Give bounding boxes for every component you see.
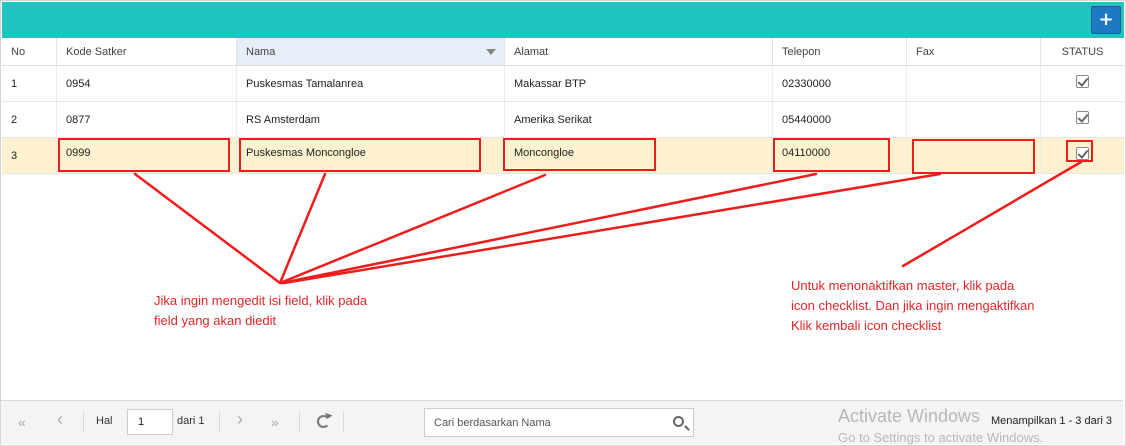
search-box[interactable]: Cari berdasarkan Nama bbox=[424, 408, 694, 437]
double-chevron-right-icon[interactable]: » bbox=[271, 414, 279, 430]
plus-icon: + bbox=[1098, 9, 1114, 30]
cell-alamat[interactable]: Makassar BTP bbox=[505, 66, 773, 102]
highlight-box-fax bbox=[912, 139, 1035, 174]
column-header-fax[interactable]: Fax bbox=[907, 38, 1041, 66]
double-chevron-left-icon[interactable]: « bbox=[18, 414, 26, 430]
column-header-status[interactable]: STATUS bbox=[1041, 38, 1124, 66]
column-header-nama-label: Nama bbox=[246, 46, 276, 58]
annotation-edit-line-1: Jika ingin mengedit isi field, klik pada bbox=[154, 293, 368, 308]
toolbar: + bbox=[2, 2, 1124, 38]
cell-kode-satker[interactable]: 0954 bbox=[57, 66, 237, 102]
grid-panel: + No Kode Satker Nama Alamat Telepon Fax… bbox=[0, 0, 1126, 446]
pager-info: Menampilkan 1 - 3 dari 3 bbox=[990, 415, 1112, 427]
cell-no: 2 bbox=[2, 102, 57, 138]
cell-telepon[interactable]: 05440000 bbox=[773, 102, 907, 138]
checkbox-checked-icon[interactable] bbox=[1076, 74, 1089, 88]
cell-status bbox=[1041, 66, 1124, 102]
annotation-status-line-2: icon checklist. Dan jika ingin mengaktif… bbox=[791, 298, 1035, 313]
windows-watermark-subtitle: Go to Settings to activate Windows. bbox=[838, 430, 1044, 445]
pager-divider bbox=[343, 412, 344, 432]
highlight-box-telepon bbox=[773, 138, 890, 172]
chevron-left-icon[interactable]: ‹ bbox=[57, 410, 63, 428]
chevron-right-icon[interactable]: › bbox=[237, 410, 243, 428]
page-number-input[interactable]: 1 bbox=[127, 409, 173, 435]
windows-watermark-title: Activate Windows bbox=[838, 406, 981, 426]
add-button[interactable]: + bbox=[1091, 6, 1121, 34]
pager-divider bbox=[219, 412, 220, 432]
refresh-icon[interactable] bbox=[317, 415, 330, 428]
column-header-no[interactable]: No bbox=[2, 38, 57, 66]
annotation-edit-line-2: field yang akan diedit bbox=[154, 313, 277, 328]
column-header-alamat[interactable]: Alamat bbox=[505, 38, 773, 66]
table-row[interactable]: 2 0877 RS Amsterdam Amerika Serikat 0544… bbox=[2, 102, 1124, 138]
cell-telepon[interactable]: 02330000 bbox=[773, 66, 907, 102]
annotation-status-text: Untuk menonaktifkan master, klik pada ic… bbox=[791, 276, 1035, 336]
highlight-box-alamat bbox=[503, 138, 656, 171]
annotation-edit-text: Jika ingin mengedit isi field, klik pada… bbox=[154, 291, 367, 331]
sort-down-icon[interactable] bbox=[486, 49, 496, 55]
table-row[interactable]: 1 0954 Puskesmas Tamalanrea Makassar BTP… bbox=[2, 66, 1124, 102]
highlight-box-nama bbox=[239, 138, 481, 172]
search-input[interactable]: Cari berdasarkan Nama bbox=[434, 417, 551, 429]
cell-kode-satker[interactable]: 0877 bbox=[57, 102, 237, 138]
column-header-nama[interactable]: Nama bbox=[237, 38, 505, 66]
column-header-kode-satker[interactable]: Kode Satker bbox=[57, 38, 237, 66]
cell-fax[interactable] bbox=[907, 66, 1041, 102]
column-header-telepon[interactable]: Telepon bbox=[773, 38, 907, 66]
checkbox-checked-icon[interactable] bbox=[1076, 110, 1089, 124]
pager-divider bbox=[83, 412, 84, 432]
cell-fax[interactable] bbox=[907, 102, 1041, 138]
cell-alamat[interactable]: Amerika Serikat bbox=[505, 102, 773, 138]
annotation-status-line-1: Untuk menonaktifkan master, klik pada bbox=[791, 278, 1015, 293]
pager-divider bbox=[299, 412, 300, 432]
cell-no: 3 bbox=[2, 138, 57, 174]
search-icon[interactable] bbox=[673, 416, 684, 427]
page-total-label: dari 1 bbox=[177, 415, 205, 427]
cell-no: 1 bbox=[2, 66, 57, 102]
highlight-box-status bbox=[1066, 140, 1093, 162]
highlight-box-kode bbox=[58, 138, 230, 172]
cell-nama[interactable]: Puskesmas Tamalanrea bbox=[237, 66, 505, 102]
page-label: Hal bbox=[96, 415, 113, 427]
cell-status bbox=[1041, 102, 1124, 138]
cell-nama[interactable]: RS Amsterdam bbox=[237, 102, 505, 138]
annotation-status-line-3: Klik kembali icon checklist bbox=[791, 318, 942, 333]
